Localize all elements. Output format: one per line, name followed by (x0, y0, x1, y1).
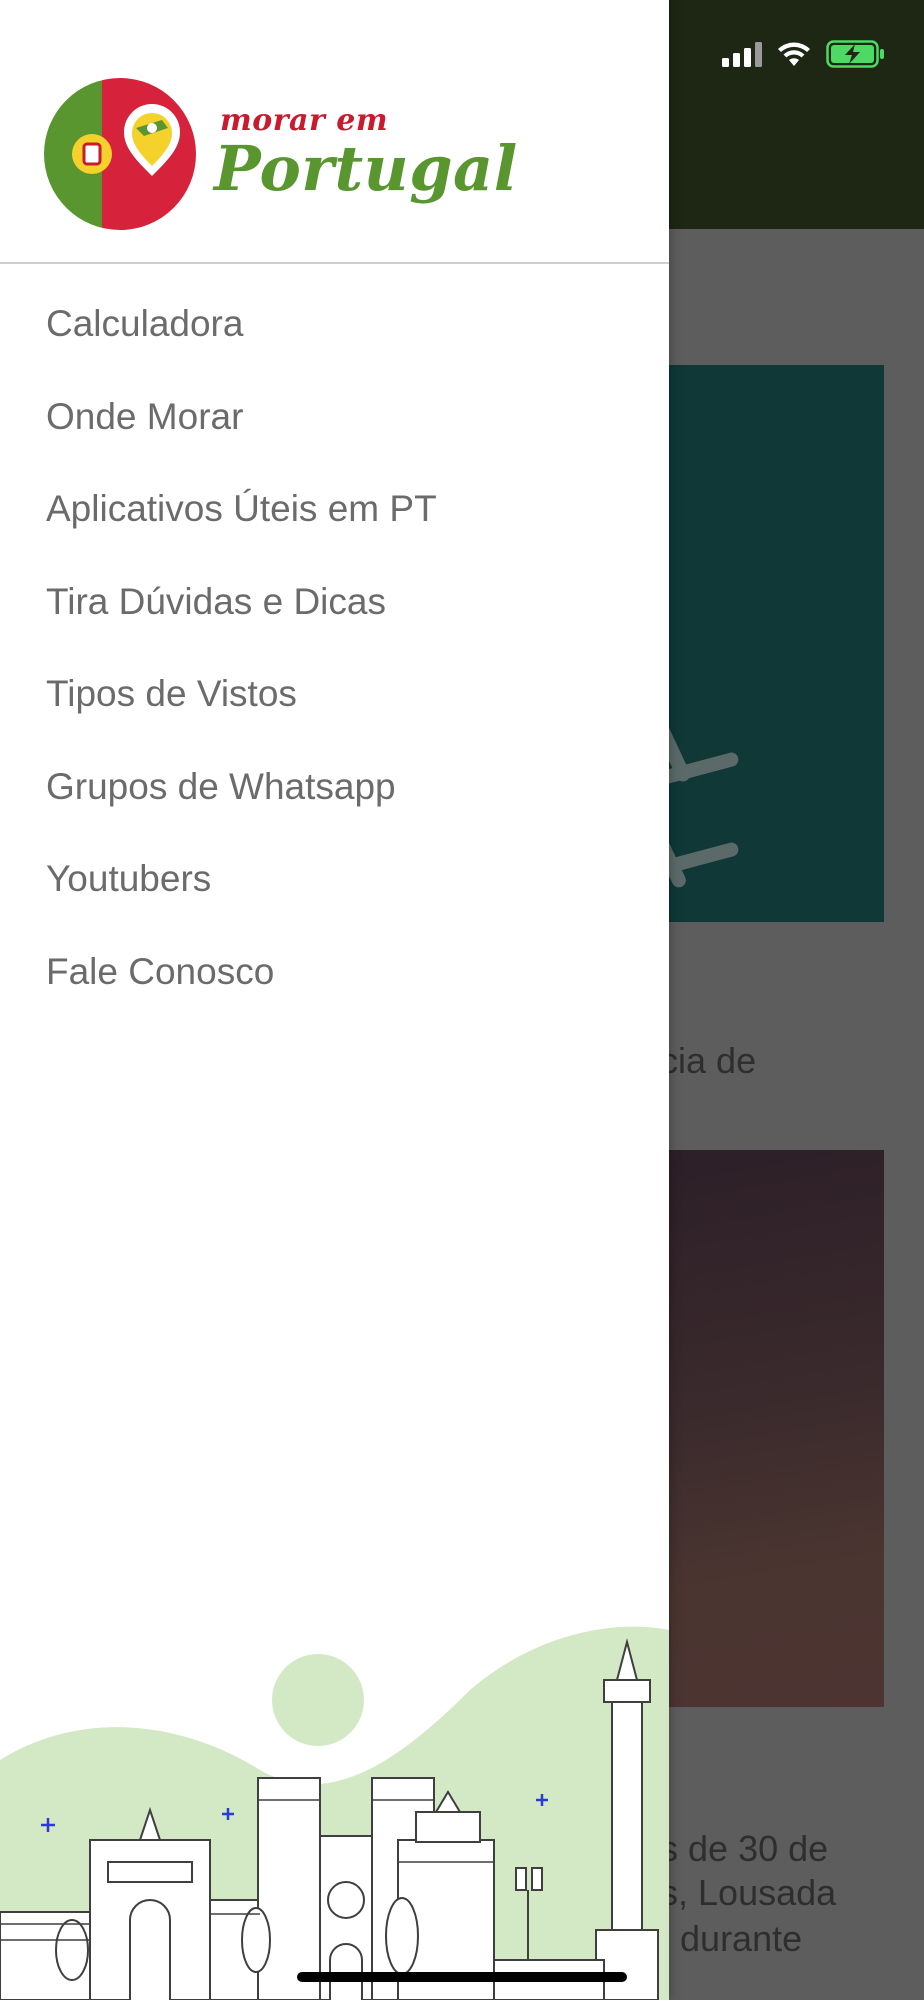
logo-text-large: Portugal (214, 132, 518, 205)
home-indicator[interactable] (297, 1972, 627, 1982)
article-excerpt: as, Lousada (640, 1872, 837, 1913)
menu-item-onde-morar[interactable]: Onde Morar (0, 371, 669, 464)
menu-item-tira-duvidas[interactable]: Tira Dúvidas e Dicas (0, 556, 669, 649)
portugal-pin-logo-icon (44, 78, 196, 230)
cellular-signal-icon (722, 41, 762, 67)
drawer-menu: Calculadora Onde Morar Aplicativos Úteis… (0, 278, 669, 1018)
navigation-drawer: morar em Portugal Calculadora Onde Morar… (0, 0, 669, 2000)
menu-item-grupos-whatsapp[interactable]: Grupos de Whatsapp (0, 741, 669, 834)
menu-item-youtubers[interactable]: Youtubers (0, 833, 669, 926)
drawer-header: morar em Portugal (0, 0, 669, 264)
wifi-icon (778, 42, 810, 66)
lisbon-skyline-illustration (0, 1626, 669, 2000)
status-bar (722, 40, 886, 68)
menu-item-tipos-de-vistos[interactable]: Tipos de Vistos (0, 648, 669, 741)
menu-item-aplicativos-uteis[interactable]: Aplicativos Úteis em PT (0, 463, 669, 556)
battery-charging-icon (826, 40, 884, 68)
menu-item-fale-conosco[interactable]: Fale Conosco (0, 926, 669, 1019)
menu-item-calculadora[interactable]: Calculadora (0, 278, 669, 371)
